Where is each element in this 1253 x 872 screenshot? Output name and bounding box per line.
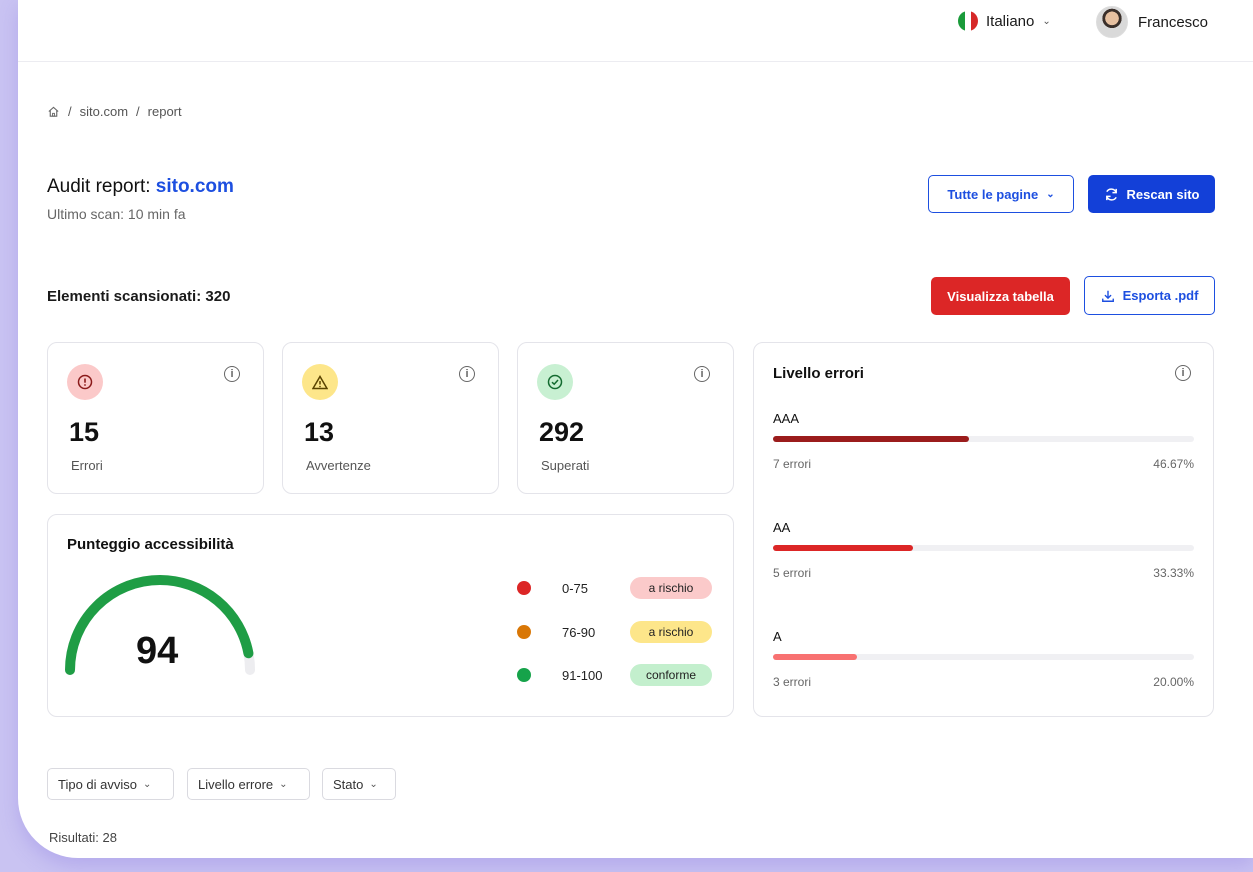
title-site: sito.com xyxy=(155,176,234,197)
view-table-button[interactable]: Visualizza tabella xyxy=(931,277,1070,315)
filter-label: Tipo di avviso xyxy=(58,776,137,792)
breadcrumb-report[interactable]: report xyxy=(148,104,182,119)
legend-range: 91-100 xyxy=(562,667,603,683)
title-prefix: Audit report: xyxy=(47,176,151,197)
filter-status[interactable]: Stato ⌄ xyxy=(322,768,396,800)
refresh-icon xyxy=(1105,187,1117,201)
legend-row: 0-75 a rischio xyxy=(517,577,712,599)
language-label: Italiano xyxy=(986,12,1035,30)
accessibility-score-panel: Punteggio accessibilità 94 0-75 a rischi… xyxy=(47,514,734,717)
export-pdf-button[interactable]: Esporta .pdf xyxy=(1084,276,1215,315)
alert-circle-icon xyxy=(67,364,103,400)
info-icon[interactable]: i xyxy=(224,366,240,382)
level-percent: 20.00% xyxy=(1153,675,1194,689)
stat-card-warnings: i 13 Avvertenze xyxy=(282,342,499,494)
legend-dot xyxy=(517,581,531,595)
legend-row: 76-90 a rischio xyxy=(517,621,712,643)
level-count: 7 errori xyxy=(773,457,812,471)
level-name: A xyxy=(773,629,782,644)
download-icon xyxy=(1101,290,1114,302)
avatar xyxy=(1096,6,1128,38)
check-circle-icon xyxy=(537,364,573,400)
filter-label: Livello errore xyxy=(198,776,274,792)
italy-flag-icon xyxy=(958,11,978,31)
rescan-button[interactable]: Rescan sito xyxy=(1088,175,1215,213)
chevron-down-icon: ⌄ xyxy=(1042,15,1051,27)
level-name: AA xyxy=(773,520,791,535)
filter-alert-type[interactable]: Tipo di avviso ⌄ xyxy=(47,768,174,800)
language-selector[interactable]: Italiano ⌄ xyxy=(958,11,1051,31)
pages-dropdown[interactable]: Tutte le pagine ⌄ xyxy=(928,175,1074,213)
chevron-down-icon: ⌄ xyxy=(1046,188,1055,200)
breadcrumb-site[interactable]: sito.com xyxy=(80,104,128,119)
level-bar-fill xyxy=(773,436,970,442)
breadcrumb: / sito.com / report xyxy=(47,104,182,119)
stat-label: Errori xyxy=(71,458,103,473)
chevron-down-icon: ⌄ xyxy=(143,778,152,790)
chevron-down-icon: ⌄ xyxy=(369,778,378,790)
stat-value: 15 xyxy=(69,417,100,447)
legend-row: 91-100 conforme xyxy=(517,664,712,686)
stat-card-passed: i 292 Superati xyxy=(517,342,734,494)
stat-label: Avvertenze xyxy=(306,458,371,473)
legend-range: 0-75 xyxy=(562,580,589,596)
status-badge: conforme xyxy=(630,664,712,686)
scanned-count: Elementi scansionati: 320 xyxy=(47,288,231,305)
level-name: AAA xyxy=(773,411,800,426)
page-title: Audit report: sito.com xyxy=(47,176,234,198)
score-title: Punteggio accessibilità xyxy=(67,536,234,553)
info-icon[interactable]: i xyxy=(694,366,710,382)
level-percent: 46.67% xyxy=(1153,457,1194,471)
level-bar-fill xyxy=(773,654,858,660)
user-menu[interactable]: Francesco xyxy=(1096,6,1208,38)
status-badge: a rischio xyxy=(630,577,712,599)
level-bar xyxy=(773,545,1194,551)
level-bar-fill xyxy=(773,545,914,551)
legend-dot xyxy=(517,625,531,639)
last-scan: Ultimo scan: 10 min fa xyxy=(47,206,186,222)
rescan-label: Rescan sito xyxy=(1126,186,1200,202)
levels-title: Livello errori xyxy=(773,365,864,382)
stat-value: 292 xyxy=(539,417,585,447)
user-name: Francesco xyxy=(1138,13,1209,31)
level-count: 5 errori xyxy=(773,566,812,580)
legend-dot xyxy=(517,668,531,682)
stat-label: Superati xyxy=(541,458,590,473)
level-bar xyxy=(773,654,1194,660)
view-table-label: Visualizza tabella xyxy=(947,288,1054,304)
filter-label: Stato xyxy=(333,776,364,792)
pages-dropdown-label: Tutte le pagine xyxy=(947,186,1039,202)
home-icon[interactable] xyxy=(47,105,60,118)
level-percent: 33.33% xyxy=(1153,566,1194,580)
legend-range: 76-90 xyxy=(562,624,596,640)
filter-error-level[interactable]: Livello errore ⌄ xyxy=(187,768,310,800)
level-bar xyxy=(773,436,1194,442)
app-window: Italiano ⌄ Francesco / sito.com / report… xyxy=(18,0,1253,858)
status-badge: a rischio xyxy=(630,621,712,643)
info-icon[interactable]: i xyxy=(1175,365,1191,381)
top-bar: Italiano ⌄ Francesco xyxy=(18,0,1253,62)
export-label: Esporta .pdf xyxy=(1122,288,1199,303)
warning-triangle-icon xyxy=(302,364,338,400)
error-levels-panel: Livello errori i AAA 7 errori 46.67% AA … xyxy=(753,342,1214,717)
level-count: 3 errori xyxy=(773,675,812,689)
info-icon[interactable]: i xyxy=(459,366,475,382)
stat-value: 13 xyxy=(304,417,335,447)
chevron-down-icon: ⌄ xyxy=(279,778,288,790)
score-value: 94 xyxy=(136,630,179,672)
stat-card-errors: i 15 Errori xyxy=(47,342,264,494)
results-count: Risultati: 28 xyxy=(49,830,117,845)
